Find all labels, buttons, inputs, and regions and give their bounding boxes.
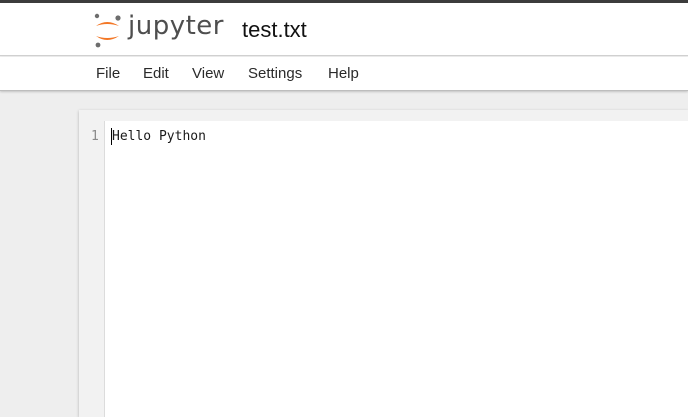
menu-edit[interactable]: Edit xyxy=(143,65,169,82)
code-line[interactable]: Hello Python xyxy=(112,129,206,144)
menu-bar: File Edit View Settings Help xyxy=(0,57,688,91)
menu-view[interactable]: View xyxy=(192,65,224,82)
editor-top-bar xyxy=(79,110,688,121)
menu-help[interactable]: Help xyxy=(328,65,359,82)
line-number: 1 xyxy=(91,129,99,144)
header: jupyter test.txt xyxy=(0,3,688,56)
menu-file[interactable]: File xyxy=(96,65,120,82)
document-title[interactable]: test.txt xyxy=(242,17,307,43)
jupyter-logo[interactable]: jupyter xyxy=(92,11,232,50)
text-editor-panel: 1 Hello Python xyxy=(79,110,688,417)
line-number-gutter: 1 xyxy=(79,121,105,417)
editor-text-area[interactable]: Hello Python xyxy=(106,121,688,417)
logo-wordmark: jupyter xyxy=(128,11,224,41)
jupyter-logo-icon xyxy=(94,13,121,48)
menu-settings[interactable]: Settings xyxy=(248,65,302,82)
